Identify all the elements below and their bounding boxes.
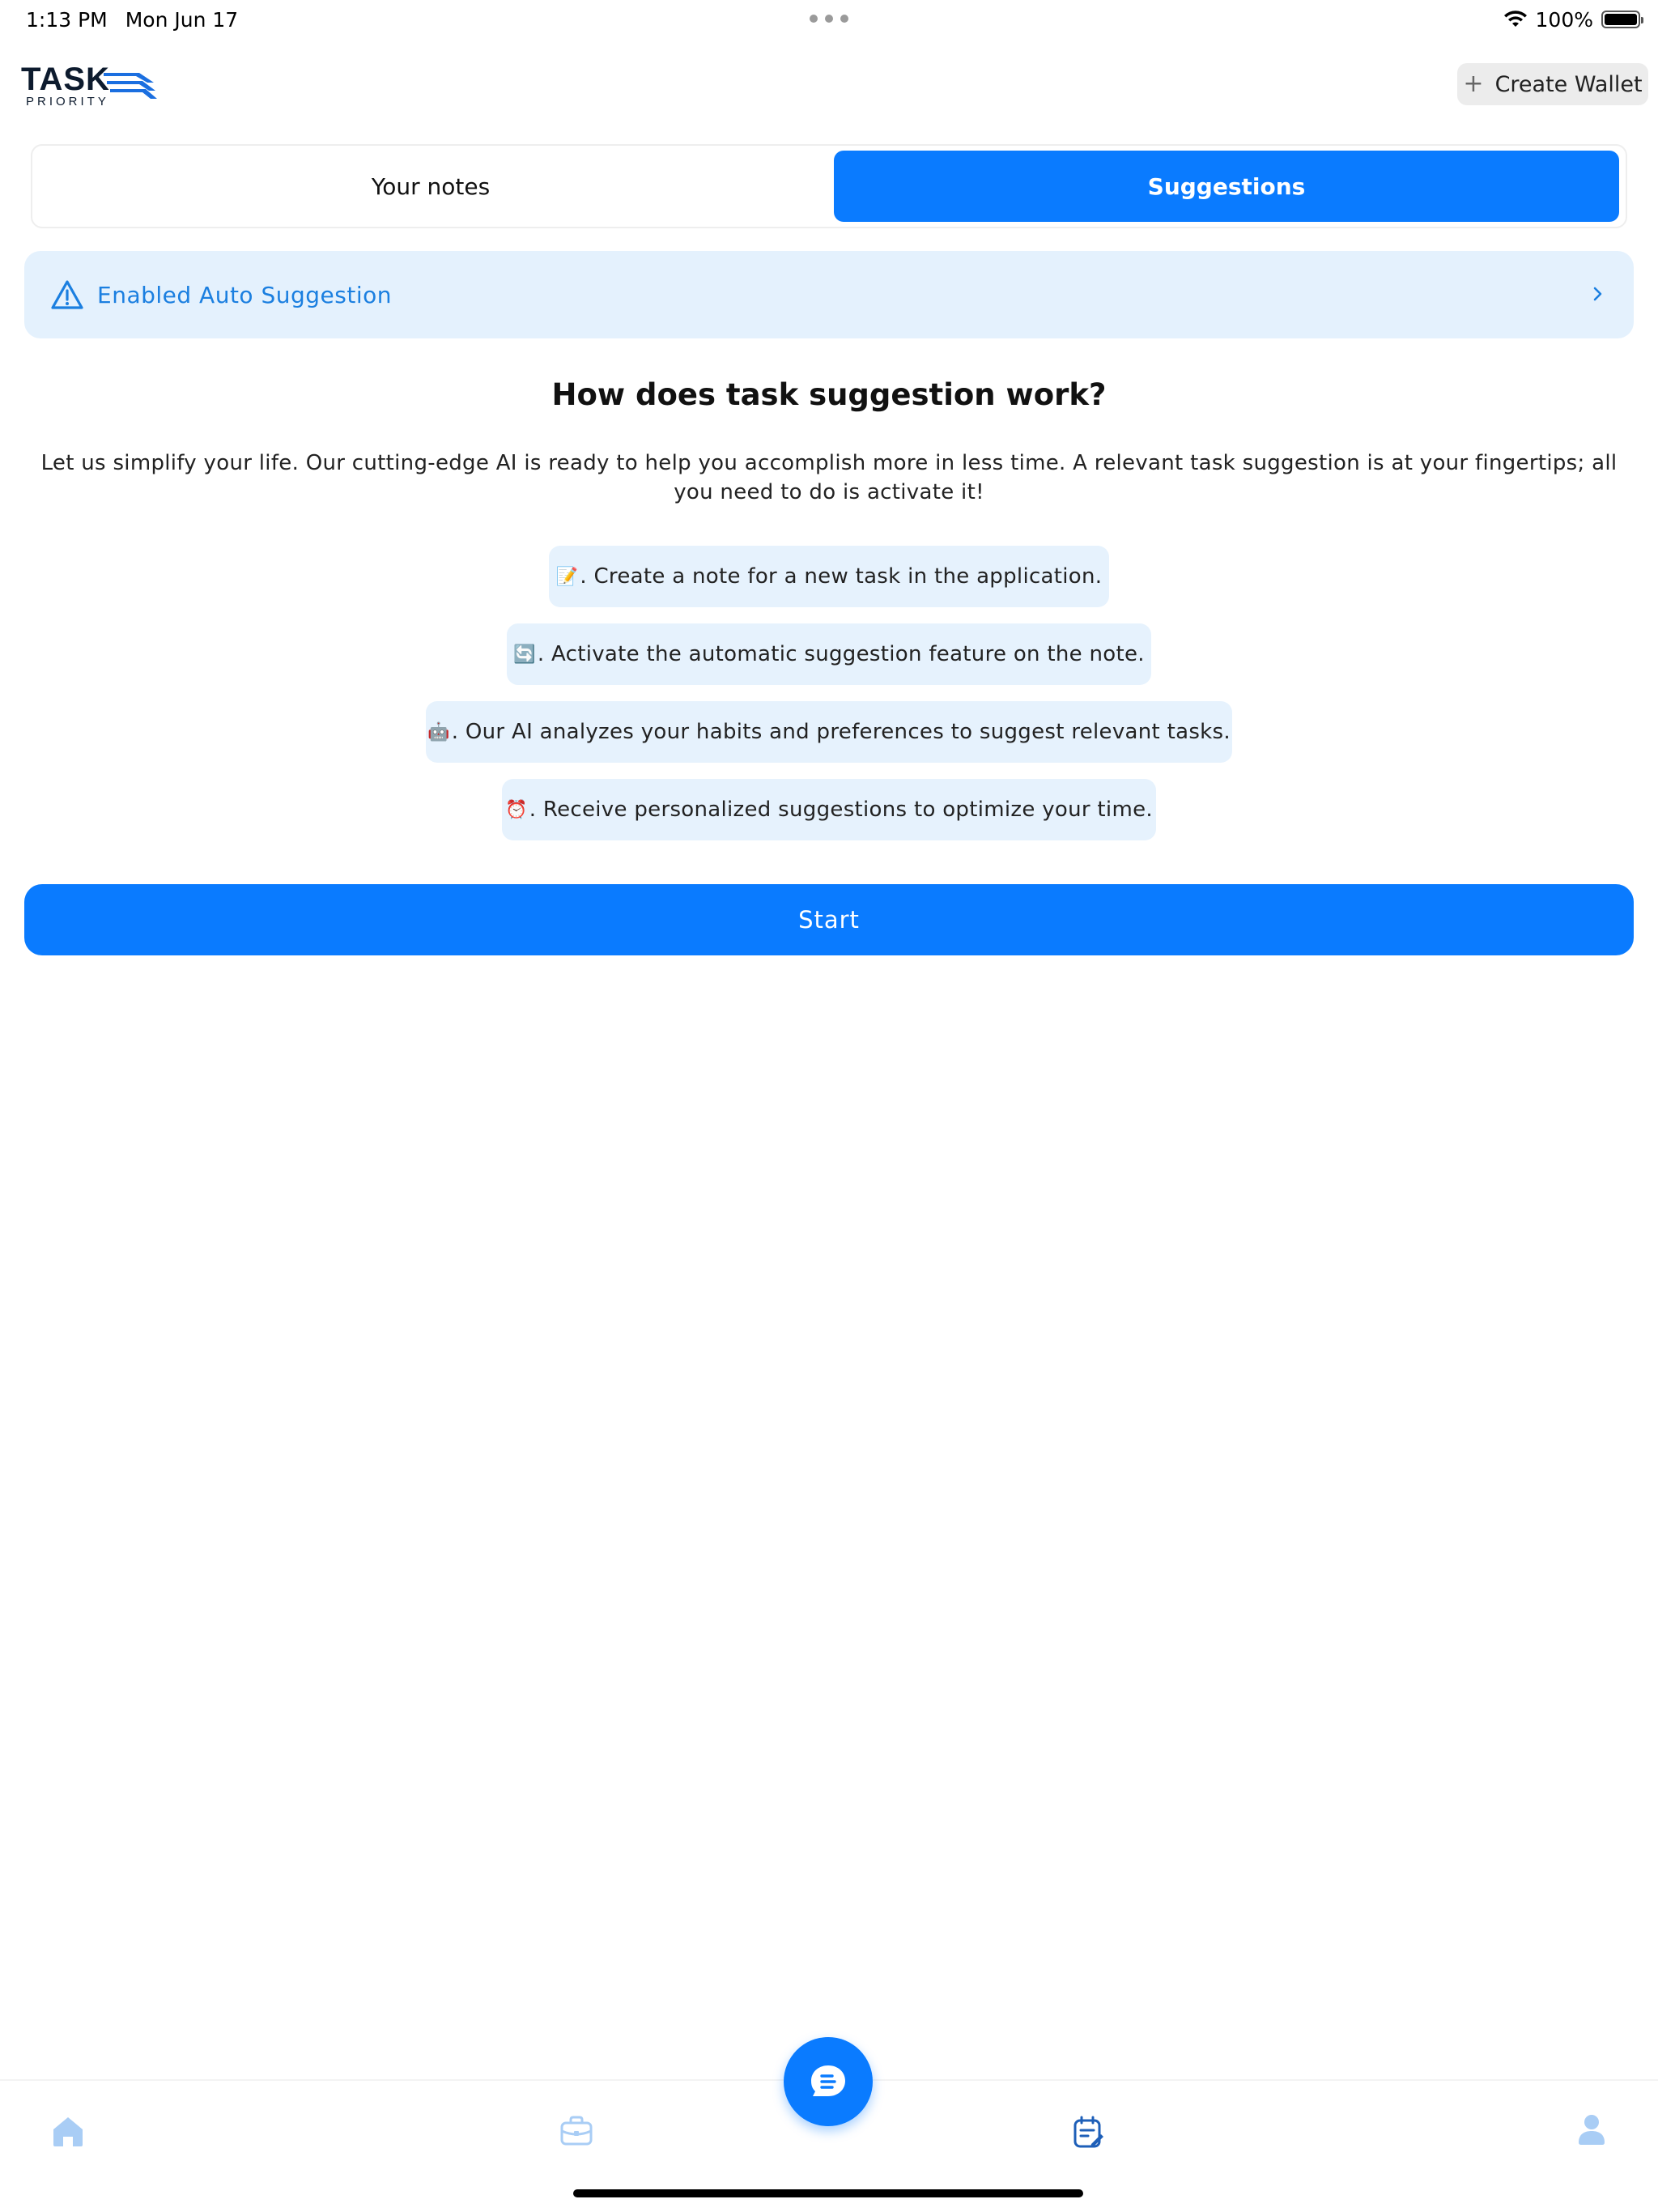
step-item: 📝 . Create a note for a new task in the … [549,546,1109,607]
status-bar-left: 1:13 PM Mon Jun 17 [26,5,238,34]
status-time: 1:13 PM [26,7,108,32]
banner-label: Enabled Auto Suggestion [97,281,392,308]
briefcase-icon[interactable] [557,2112,596,2150]
logo-subtitle: PRIORITY [26,95,109,108]
step-text: . Activate the automatic suggestion feat… [537,642,1145,666]
plus-icon: + [1463,70,1484,98]
step-text: . Our AI analyzes your habits and prefer… [451,720,1231,744]
memo-icon: 📝 [555,566,579,587]
home-icon[interactable] [49,2112,87,2150]
logo-mark-icon [104,73,157,99]
step-text: . Receive personalized suggestions to op… [529,798,1153,822]
tab-label: Suggestions [1147,172,1306,200]
tab-label: Your notes [371,172,491,200]
tab-suggestions[interactable]: Suggestions [834,151,1619,222]
status-date: Mon Jun 17 [125,7,239,32]
notes-icon[interactable] [1069,2113,1107,2152]
chevron-right-icon [1593,287,1602,301]
step-text: . Create a note for a new task in the ap… [580,564,1103,589]
refresh-icon: 🔄 [513,644,536,665]
page-description: Let us simplify your life. Our cutting-e… [40,451,1618,504]
battery-icon [1601,11,1643,28]
start-button[interactable]: Start [24,884,1634,955]
step-item: ⏰ . Receive personalized suggestions to … [502,779,1156,840]
home-indicator[interactable] [573,2189,1083,2197]
battery-percent: 100% [1535,7,1593,32]
chat-fab-button[interactable] [784,2037,873,2126]
profile-icon[interactable] [1572,2110,1611,2149]
page-title: How does task suggestion work? [551,377,1107,412]
warning-icon [51,280,83,309]
create-wallet-label: Create Wallet [1494,71,1643,97]
alarm-clock-icon: ⏰ [505,799,528,820]
tab-your-notes[interactable]: Your notes [32,151,829,222]
status-bar-right: 100% [1503,5,1643,34]
robot-icon: 🤖 [427,721,450,742]
multitasking-dots-icon[interactable] [810,13,848,24]
auto-suggestion-banner[interactable]: Enabled Auto Suggestion [24,251,1634,338]
step-item: 🤖 . Our AI analyzes your habits and pref… [426,701,1232,763]
app-logo: TASK PRIORITY [21,62,157,108]
create-wallet-button[interactable]: + Create Wallet [1457,63,1648,105]
step-item: 🔄 . Activate the automatic suggestion fe… [507,623,1151,685]
logo-word: TASK [21,62,110,97]
wifi-icon [1503,11,1527,27]
chat-icon [811,2065,845,2096]
start-label: Start [798,906,860,934]
